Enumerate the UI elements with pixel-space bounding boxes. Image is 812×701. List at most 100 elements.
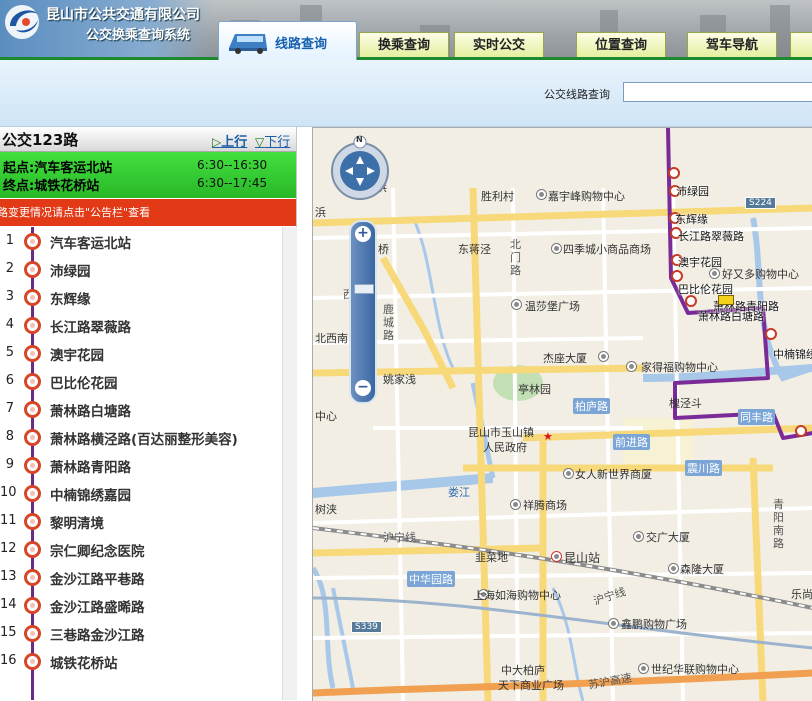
map-pan-control[interactable]: N — [327, 134, 393, 200]
zoom-handle[interactable] — [354, 284, 374, 294]
route-label: 东辉缘 — [675, 213, 708, 226]
route-label: 沛绿园 — [676, 185, 709, 198]
stop-item[interactable]: 14 金沙江路盛晞路 — [0, 591, 282, 619]
map-label: 家得福购物中心 — [641, 361, 718, 374]
map-label: 柏庐路 — [573, 398, 610, 414]
stop-name[interactable]: 东辉缘 — [50, 288, 91, 308]
stop-list-scrollbar[interactable] — [282, 227, 297, 700]
stop-item[interactable]: 12 宗仁卿纪念医院 — [0, 535, 282, 563]
route-stop-marker[interactable] — [668, 167, 680, 179]
route-info-box: 起点:汽车客运北站 6:30--16:30 终点:城铁花桥站 6:30--17:… — [0, 152, 296, 198]
bus-icon — [229, 34, 267, 54]
stop-item[interactable]: 16 城铁花桥站 — [0, 647, 282, 675]
stop-marker-icon — [24, 317, 41, 334]
map-label: 昆山站 — [564, 551, 601, 565]
stop-name[interactable]: 萧林路白塘路 — [50, 400, 131, 420]
end-station: 城铁花桥站 — [34, 179, 100, 194]
map-label: 女人新世界商厦 — [575, 468, 652, 481]
map-label: 姚家浅 — [383, 373, 416, 386]
direction-down-link[interactable]: ▽下行 — [255, 131, 290, 150]
direction-up-link[interactable]: ▷上行 — [212, 131, 247, 150]
stop-name[interactable]: 黎明清境 — [50, 512, 104, 532]
zoom-in-icon[interactable]: + — [355, 226, 371, 242]
poi-marker — [668, 563, 679, 574]
stop-number: 10 — [0, 485, 17, 500]
stop-marker-icon — [24, 345, 41, 362]
stop-name[interactable]: 萧林路横泾路(百达丽整形美容) — [50, 428, 238, 448]
notice-banner[interactable]: 线路变更情况请点击"公告栏"查看 — [0, 199, 296, 226]
poi-marker — [626, 361, 637, 372]
route-stop-marker[interactable] — [765, 328, 777, 340]
header-banner: 昆山市公共交通有限公司 公交换乘查询系统 线路查询 换乘查询 实时公交 位置查询… — [0, 0, 812, 60]
bus-location-icon — [718, 295, 734, 305]
tab-realtime-bus[interactable]: 实时公交 — [454, 32, 544, 57]
stop-item[interactable]: 15 三巷路金沙江路 — [0, 619, 282, 647]
stop-item[interactable]: 1 汽车客运北站 — [0, 227, 282, 255]
stop-name[interactable]: 宗仁卿纪念医院 — [50, 540, 145, 560]
stop-item[interactable]: 10 中楠锦绣嘉园 — [0, 479, 282, 507]
logo-area: 昆山市公共交通有限公司 公交换乘查询系统 — [0, 0, 215, 57]
stop-name[interactable]: 澳宇花园 — [50, 344, 104, 364]
stop-marker-icon — [24, 653, 41, 670]
stop-marker-icon — [24, 597, 41, 614]
direction-down-label: 下行 — [264, 135, 291, 150]
end-time: 6:30--17:45 — [197, 176, 268, 190]
tab-route-query[interactable]: 线路查询 — [218, 21, 357, 60]
stop-marker-icon — [24, 261, 41, 278]
map-label: 四季城小商品商场 — [563, 243, 651, 256]
tab-drive-navigation[interactable]: 驾车导航 — [687, 32, 777, 57]
triangle-down-icon: ▽ — [255, 135, 265, 149]
poi-marker — [608, 618, 619, 629]
stop-item[interactable]: 2 沛绿园 — [0, 255, 282, 283]
stop-item[interactable]: 7 萧林路白塘路 — [0, 395, 282, 423]
stop-name[interactable]: 中楠锦绣嘉园 — [50, 484, 131, 504]
stop-item[interactable]: 8 萧林路横泾路(百达丽整形美容) — [0, 423, 282, 451]
stop-name[interactable]: 三巷路金沙江路 — [50, 624, 145, 644]
map-label: 北门路 — [510, 238, 521, 277]
route-name: 公交123路 — [2, 131, 79, 149]
stop-name[interactable]: 萧林路青阳路 — [50, 456, 131, 476]
stop-item[interactable]: 9 萧林路青阳路 — [0, 451, 282, 479]
system-name: 公交换乘查询系统 — [86, 28, 191, 43]
route-label: 中楠锦绣 — [773, 348, 812, 361]
tab-transfer-query[interactable]: 换乘查询 — [359, 32, 449, 57]
map-view[interactable]: 沛绿园 东辉缘 长江路翠薇路 澳宇花园 巴比伦花园 萧林路白塘路 中楠锦绣 萧林… — [312, 127, 812, 701]
zoom-slider[interactable]: + − — [349, 220, 377, 404]
map-label: 杰座大厦 — [543, 352, 587, 365]
stop-list: 1 汽车客运北站 2 沛绿园 3 东辉缘 4 长江路翠薇路 5 澳宇花园 6 巴比伦花园 7 萧林路白塘路… — [0, 227, 296, 700]
compass-north: N — [356, 135, 363, 144]
notice-text: 线路变更情况请点击"公告栏"查看 — [0, 206, 151, 219]
map-label: 沪宁线 — [383, 531, 416, 544]
route-search-input[interactable] — [623, 82, 812, 102]
zoom-out-icon[interactable]: − — [355, 380, 371, 396]
poi-marker — [563, 468, 574, 479]
start-row: 起点:汽车客运北站 — [3, 157, 112, 176]
stop-name[interactable]: 金沙江路平巷路 — [50, 568, 145, 588]
stop-item[interactable]: 5 澳宇花园 — [0, 339, 282, 367]
direction-up-label: 上行 — [221, 135, 248, 150]
stop-name[interactable]: 沛绿园 — [50, 260, 91, 280]
stop-name[interactable]: 金沙江路盛晞路 — [50, 596, 145, 616]
route-stop-marker[interactable] — [795, 425, 807, 437]
stop-name[interactable]: 长江路翠薇路 — [50, 316, 131, 336]
stop-item[interactable]: 13 金沙江路平巷路 — [0, 563, 282, 591]
map-label: 青阳南路 — [773, 498, 784, 550]
stop-item[interactable]: 3 东辉缘 — [0, 283, 282, 311]
poi-marker — [638, 663, 649, 674]
stop-item[interactable]: 6 巴比伦花园 — [0, 367, 282, 395]
stop-number: 6 — [5, 373, 14, 388]
stop-marker-icon — [24, 429, 41, 446]
poi-marker — [536, 189, 547, 200]
map-label: 中大柏庐 — [501, 664, 545, 677]
stop-name[interactable]: 城铁花桥站 — [50, 652, 118, 672]
stop-item[interactable]: 11 黎明清境 — [0, 507, 282, 535]
tab-more[interactable] — [790, 32, 812, 57]
stop-marker-icon — [24, 541, 41, 558]
stop-marker-icon — [24, 513, 41, 530]
stop-item[interactable]: 4 长江路翠薇路 — [0, 311, 282, 339]
map-label: 乐尚 — [791, 588, 812, 601]
stop-name[interactable]: 汽车客运北站 — [50, 232, 131, 252]
stop-name[interactable]: 巴比伦花园 — [50, 372, 118, 392]
tab-location-query[interactable]: 位置查询 — [576, 32, 666, 57]
route-panel: 公交123路 ▷上行 ▽下行 起点:汽车客运北站 6:30--16:30 终点:… — [0, 127, 297, 700]
